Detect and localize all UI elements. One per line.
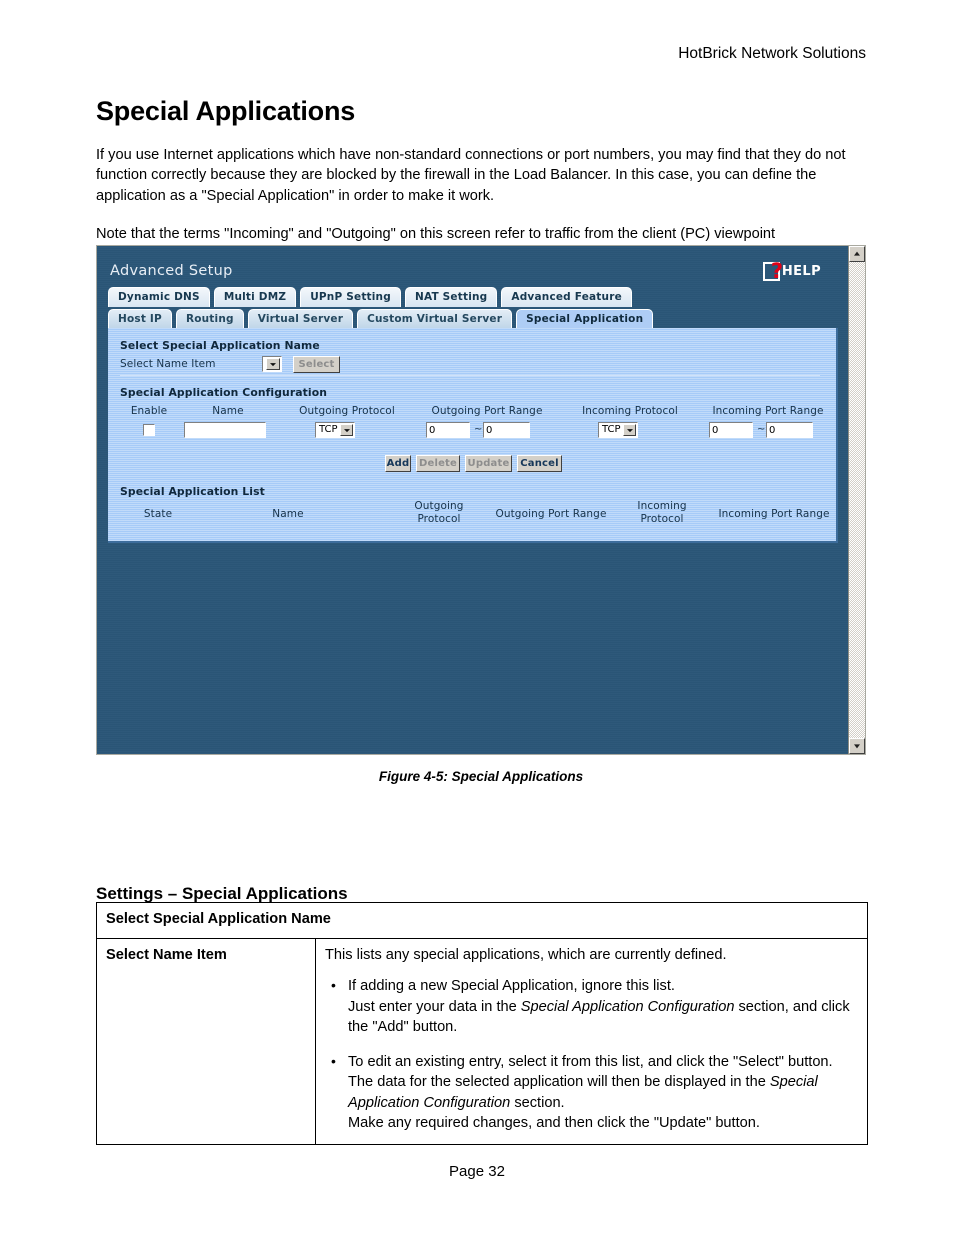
advanced-setup-title: Advanced Setup bbox=[110, 263, 233, 279]
tab-multi-dmz[interactable]: Multi DMZ bbox=[213, 287, 297, 307]
bullet-1-line-1: If adding a new Special Application, ign… bbox=[348, 978, 675, 994]
list-column-outgoing-port-range: Outgoing Port Range bbox=[495, 508, 607, 520]
incoming-port-end-input[interactable] bbox=[766, 422, 813, 438]
incoming-port-start-input[interactable] bbox=[709, 422, 753, 438]
tabs-row-primary: Dynamic DNS Multi DMZ UPnP Setting NAT S… bbox=[108, 287, 632, 307]
figure-caption: Figure 4-5: Special Applications bbox=[378, 769, 584, 784]
tabs-row-secondary: Host IP Routing Virtual Server Custom Vi… bbox=[108, 309, 654, 329]
settings-row-key: Select Name Item bbox=[96, 937, 316, 1145]
select-name-section-heading: Select Special Application Name bbox=[120, 339, 320, 352]
table-row: Select Special Application Name bbox=[96, 902, 868, 939]
page-footer: Page 32 bbox=[449, 1163, 505, 1180]
delete-button[interactable]: Delete bbox=[416, 455, 460, 472]
cancel-button[interactable]: Cancel bbox=[517, 455, 562, 472]
tab-special-application[interactable]: Special Application bbox=[516, 309, 654, 329]
tab-nat-setting[interactable]: NAT Setting bbox=[404, 287, 498, 307]
intro-paragraph-1: If you use Internet applications which h… bbox=[96, 146, 846, 204]
outgoing-port-start-input[interactable] bbox=[426, 422, 470, 438]
bullet-2-line-2b: section. bbox=[510, 1094, 565, 1111]
outgoing-port-range-separator: ~ bbox=[474, 424, 483, 435]
document-page: HotBrick Network Solutions Special Appli… bbox=[0, 0, 954, 1235]
add-button[interactable]: Add bbox=[385, 455, 411, 472]
incoming-protocol-value: TCP bbox=[602, 424, 621, 435]
settings-table-section-header: Select Special Application Name bbox=[96, 902, 868, 939]
outgoing-protocol-value: TCP bbox=[319, 424, 338, 435]
list-column-outgoing-protocol: Outgoing Protocol bbox=[414, 500, 464, 525]
tab-host-ip[interactable]: Host IP bbox=[108, 309, 172, 329]
intro-paragraph-2: Note that the terms "Incoming" and "Outg… bbox=[96, 225, 776, 242]
tab-custom-virtual-server[interactable]: Custom Virtual Server bbox=[357, 309, 513, 329]
chevron-down-icon bbox=[340, 424, 353, 436]
select-name-item-dropdown[interactable] bbox=[262, 356, 282, 372]
tab-virtual-server[interactable]: Virtual Server bbox=[247, 309, 354, 329]
select-name-item-label: Select Name Item bbox=[120, 358, 216, 370]
list-column-incoming-protocol: Incoming Protocol bbox=[637, 500, 687, 525]
tab-upnp-setting[interactable]: UPnP Setting bbox=[300, 287, 401, 307]
outgoing-port-end-input[interactable] bbox=[483, 422, 530, 438]
router-ui-screenshot: Advanced Setup ? HELP Dynamic DNS Multi … bbox=[96, 245, 866, 755]
special-application-panel: Select Special Application Name Select N… bbox=[108, 328, 838, 543]
column-enable: Enable bbox=[130, 405, 168, 417]
column-outgoing-protocol: Outgoing Protocol bbox=[299, 405, 395, 417]
list-column-state: State bbox=[143, 508, 173, 520]
column-incoming-protocol: Incoming Protocol bbox=[582, 405, 678, 417]
settings-bullet-list: If adding a new Special Application, ign… bbox=[325, 975, 858, 1134]
help-document-question-icon: ? bbox=[762, 261, 783, 282]
incoming-port-range-separator: ~ bbox=[757, 424, 766, 435]
tab-routing[interactable]: Routing bbox=[175, 309, 244, 329]
settings-table: Select Special Application Name Select N… bbox=[96, 902, 868, 1145]
outgoing-protocol-select[interactable]: TCP bbox=[315, 422, 355, 438]
column-name: Name bbox=[212, 405, 244, 417]
bullet-1-line-2a: Just enter your data in the bbox=[348, 998, 521, 1015]
incoming-protocol-select[interactable]: TCP bbox=[598, 422, 638, 438]
help-label: HELP bbox=[781, 264, 821, 279]
scroll-down-button[interactable] bbox=[849, 738, 865, 754]
bullet-2-line-3: Make any required changes, and then clic… bbox=[348, 1115, 760, 1131]
document-header: HotBrick Network Solutions bbox=[678, 45, 866, 62]
settings-row-description: This lists any special applications, whi… bbox=[315, 937, 868, 1145]
tab-dynamic-dns[interactable]: Dynamic DNS bbox=[108, 287, 210, 307]
column-outgoing-port-range: Outgoing Port Range bbox=[431, 405, 543, 417]
vertical-scrollbar[interactable] bbox=[848, 246, 865, 754]
config-section-heading: Special Application Configuration bbox=[120, 386, 328, 399]
page-title: Special Applications bbox=[96, 96, 356, 127]
list-section-heading: Special Application List bbox=[120, 485, 265, 498]
router-ui-canvas: Advanced Setup ? HELP Dynamic DNS Multi … bbox=[97, 246, 850, 754]
column-incoming-port-range: Incoming Port Range bbox=[712, 405, 824, 417]
select-button[interactable]: Select bbox=[293, 356, 340, 373]
scroll-up-button[interactable] bbox=[849, 246, 865, 262]
list-column-incoming-port-range: Incoming Port Range bbox=[718, 508, 830, 520]
list-item: If adding a new Special Application, ign… bbox=[331, 975, 858, 1038]
tab-advanced-feature[interactable]: Advanced Feature bbox=[501, 287, 632, 307]
settings-row-intro: This lists any special applications, whi… bbox=[325, 946, 727, 963]
bullet-2-line-1: To edit an existing entry, select it fro… bbox=[348, 1053, 833, 1091]
list-item: To edit an existing entry, select it fro… bbox=[331, 1051, 858, 1134]
chevron-down-icon bbox=[623, 424, 636, 436]
table-row: Select Name Item This lists any special … bbox=[96, 937, 868, 1145]
update-button[interactable]: Update bbox=[465, 455, 512, 472]
enable-checkbox[interactable] bbox=[143, 424, 155, 436]
bullet-1-italic: Special Application Configuration bbox=[520, 998, 735, 1015]
name-input[interactable] bbox=[184, 422, 266, 438]
list-column-name: Name bbox=[272, 508, 304, 520]
help-button[interactable]: ? HELP bbox=[762, 261, 821, 282]
chevron-down-icon bbox=[266, 358, 280, 370]
section-divider bbox=[120, 375, 820, 376]
